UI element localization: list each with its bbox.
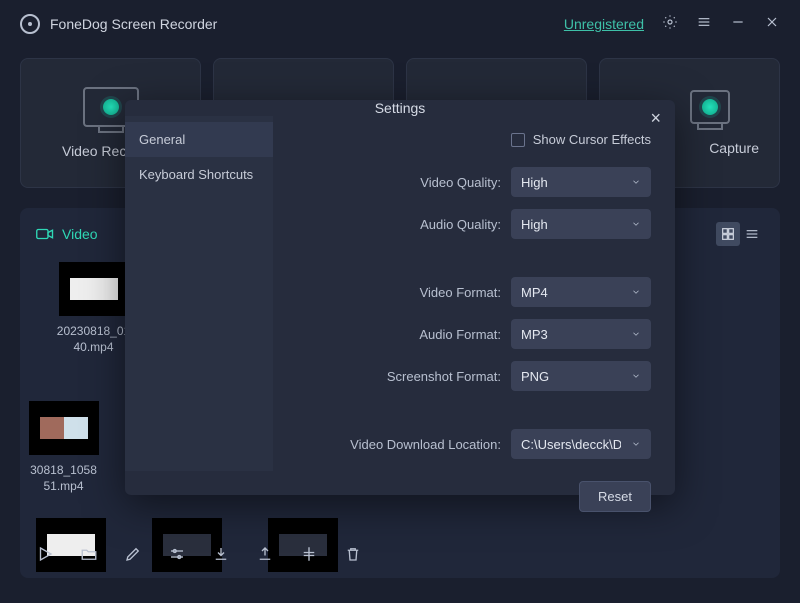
chevron-down-icon <box>631 371 641 381</box>
list-view-button[interactable] <box>740 222 764 246</box>
select-value: High <box>521 217 548 232</box>
audio-format-select[interactable]: MP3 <box>511 319 651 349</box>
download-location-label: Video Download Location: <box>287 437 501 452</box>
select-value: PNG <box>521 369 549 384</box>
tab-video[interactable]: Video <box>36 226 98 242</box>
sidebar-item-shortcuts[interactable]: Keyboard Shortcuts <box>125 157 273 192</box>
card-label: Capture <box>709 140 759 156</box>
show-cursor-checkbox[interactable] <box>511 133 525 147</box>
library-toolbar <box>36 545 362 568</box>
select-value: MP3 <box>521 327 548 342</box>
video-format-label: Video Format: <box>287 285 501 300</box>
sidebar-item-general[interactable]: General <box>125 122 273 157</box>
settings-sidebar: General Keyboard Shortcuts <box>125 116 273 471</box>
list-item[interactable]: 30818_1058 51.mp4 <box>6 401 121 494</box>
play-icon[interactable] <box>36 545 54 568</box>
video-quality-label: Video Quality: <box>287 175 501 190</box>
unregistered-link[interactable]: Unregistered <box>564 16 644 32</box>
close-button[interactable] <box>764 14 780 35</box>
video-format-select[interactable]: MP4 <box>511 277 651 307</box>
audio-format-label: Audio Format: <box>287 327 501 342</box>
download-location-select[interactable]: C:\Users\decck\Do <box>511 429 651 459</box>
capture-icon <box>690 90 730 124</box>
download-icon[interactable] <box>212 545 230 568</box>
chevron-down-icon <box>631 329 641 339</box>
reset-button[interactable]: Reset <box>579 481 651 512</box>
settings-content: Show Cursor Effects Video Quality: High … <box>273 116 675 471</box>
chevron-down-icon <box>631 219 641 229</box>
screenshot-format-label: Screenshot Format: <box>287 369 501 384</box>
chevron-down-icon <box>631 287 641 297</box>
select-value: High <box>521 175 548 190</box>
share-icon[interactable] <box>256 545 274 568</box>
grid-view-button[interactable] <box>716 222 740 246</box>
folder-icon[interactable] <box>80 545 98 568</box>
settings-dialog: Settings × General Keyboard Shortcuts Sh… <box>125 100 675 495</box>
dialog-header: Settings × <box>125 100 675 116</box>
video-quality-select[interactable]: High <box>511 167 651 197</box>
dialog-title: Settings <box>375 100 426 116</box>
audio-quality-label: Audio Quality: <box>287 217 501 232</box>
file-name: 20230818_01 40.mp4 <box>57 324 130 355</box>
sliders-icon[interactable] <box>168 545 186 568</box>
chevron-down-icon <box>631 439 641 449</box>
app-title: FoneDog Screen Recorder <box>50 16 217 32</box>
file-name: 30818_1058 51.mp4 <box>30 463 97 494</box>
trash-icon[interactable] <box>344 545 362 568</box>
tab-label: Video <box>62 226 98 242</box>
app-logo-icon <box>20 14 40 34</box>
screenshot-format-select[interactable]: PNG <box>511 361 651 391</box>
select-value: C:\Users\decck\Do <box>521 437 621 452</box>
video-icon <box>36 227 54 241</box>
titlebar: FoneDog Screen Recorder Unregistered <box>0 0 800 48</box>
menu-icon[interactable] <box>696 14 712 35</box>
convert-icon[interactable] <box>300 545 318 568</box>
show-cursor-label: Show Cursor Effects <box>533 132 651 147</box>
audio-quality-select[interactable]: High <box>511 209 651 239</box>
settings-gear-icon[interactable] <box>662 14 678 35</box>
select-value: MP4 <box>521 285 548 300</box>
edit-icon[interactable] <box>124 545 142 568</box>
close-icon[interactable]: × <box>650 108 661 129</box>
minimize-button[interactable] <box>730 14 746 35</box>
chevron-down-icon <box>631 177 641 187</box>
